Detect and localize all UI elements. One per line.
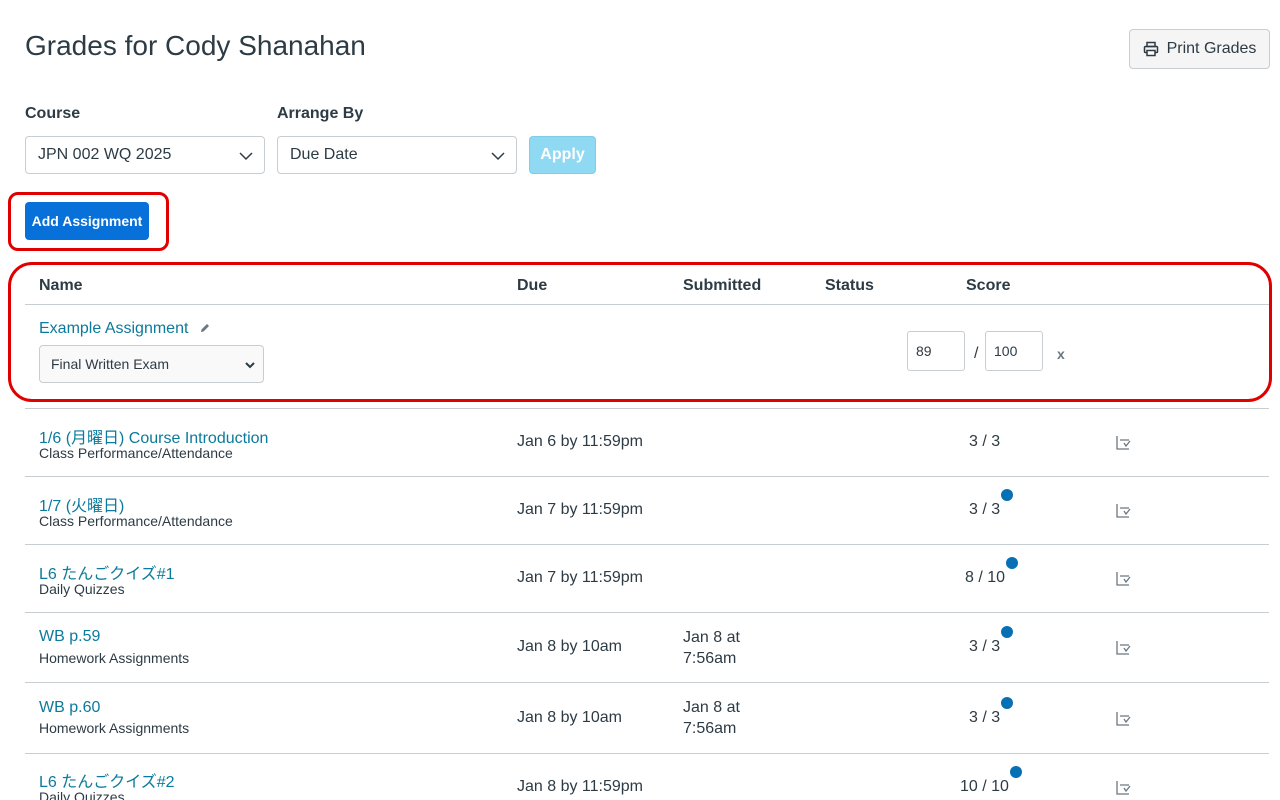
assignment-category: Daily Quizzes — [39, 581, 125, 597]
unread-dot-icon — [1001, 697, 1013, 709]
submitted-date: Jan 8 at 7:56am — [683, 697, 740, 739]
course-select-value: JPN 002 WQ 2025 — [38, 146, 172, 163]
submitted-date-line2: 7:56am — [683, 650, 737, 667]
table-row: 1/6 (月曜日) Course Introduction Class Perf… — [25, 408, 1269, 476]
due-date: Jan 7 by 11:59pm — [517, 569, 644, 586]
printer-icon — [1143, 41, 1158, 57]
submitted-date: Jan 8 at 7:56am — [683, 627, 740, 669]
assignment-category: Homework Assignments — [39, 650, 190, 666]
apply-button[interactable]: Apply — [529, 136, 596, 174]
assignment-link[interactable]: WB p.59 — [39, 628, 100, 646]
assignment-category: Class Performance/Attendance — [39, 445, 233, 461]
rubric-icon[interactable] — [1115, 711, 1131, 727]
score: 3 / 3 — [969, 433, 1001, 450]
arrange-by-select[interactable]: Due Date — [277, 136, 517, 174]
chevron-down-icon — [491, 152, 505, 161]
course-label: Course — [25, 105, 81, 122]
rubric-icon[interactable] — [1115, 780, 1131, 796]
print-grades-button[interactable]: Print Grades — [1129, 29, 1270, 69]
course-select[interactable]: JPN 002 WQ 2025 — [25, 136, 265, 174]
score: 3 / 3 — [969, 638, 1001, 655]
due-date: Jan 8 by 11:59pm — [517, 778, 644, 795]
submitted-date-line2: 7:56am — [683, 720, 737, 737]
arrange-by-label: Arrange By — [277, 105, 364, 122]
submitted-date-line1: Jan 8 at — [683, 629, 740, 646]
score: 10 / 10 — [960, 778, 1009, 795]
unread-dot-icon — [1001, 489, 1013, 501]
table-row: WB p.59 Homework Assignments Jan 8 by 10… — [25, 612, 1269, 682]
assignment-category: Daily Quizzes — [39, 789, 125, 800]
annotation-highlight-add-assignment — [8, 192, 169, 251]
unread-dot-icon — [1001, 626, 1013, 638]
chevron-down-icon — [239, 152, 253, 161]
assignment-category: Class Performance/Attendance — [39, 513, 233, 529]
assignment-link[interactable]: WB p.60 — [39, 699, 100, 717]
unread-dot-icon — [1006, 557, 1018, 569]
due-date: Jan 6 by 11:59pm — [517, 433, 644, 450]
print-grades-label: Print Grades — [1166, 40, 1257, 57]
assignment-category: Homework Assignments — [39, 720, 190, 736]
rubric-icon[interactable] — [1115, 435, 1131, 451]
score: 8 / 10 — [965, 569, 1006, 586]
due-date: Jan 8 by 10am — [517, 638, 622, 655]
table-row: L6 たんごクイズ#2 Daily Quizzes Jan 8 by 11:59… — [25, 753, 1269, 800]
rubric-icon[interactable] — [1115, 503, 1131, 519]
rubric-icon[interactable] — [1115, 640, 1131, 656]
annotation-highlight-example-row — [8, 262, 1272, 402]
table-row: 1/7 (火曜日) Class Performance/Attendance J… — [25, 476, 1269, 544]
rubric-icon[interactable] — [1115, 571, 1131, 587]
submitted-date-line1: Jan 8 at — [683, 699, 740, 716]
score: 3 / 3 — [969, 709, 1001, 726]
due-date: Jan 8 by 10am — [517, 709, 622, 726]
unread-dot-icon — [1010, 766, 1022, 778]
due-date: Jan 7 by 11:59pm — [517, 501, 644, 518]
arrange-by-select-value: Due Date — [290, 146, 358, 163]
page-title: Grades for Cody Shanahan — [25, 30, 366, 61]
table-row: L6 たんごクイズ#1 Daily Quizzes Jan 7 by 11:59… — [25, 544, 1269, 612]
score: 3 / 3 — [969, 501, 1001, 518]
table-row: WB p.60 Homework Assignments Jan 8 by 10… — [25, 682, 1269, 753]
